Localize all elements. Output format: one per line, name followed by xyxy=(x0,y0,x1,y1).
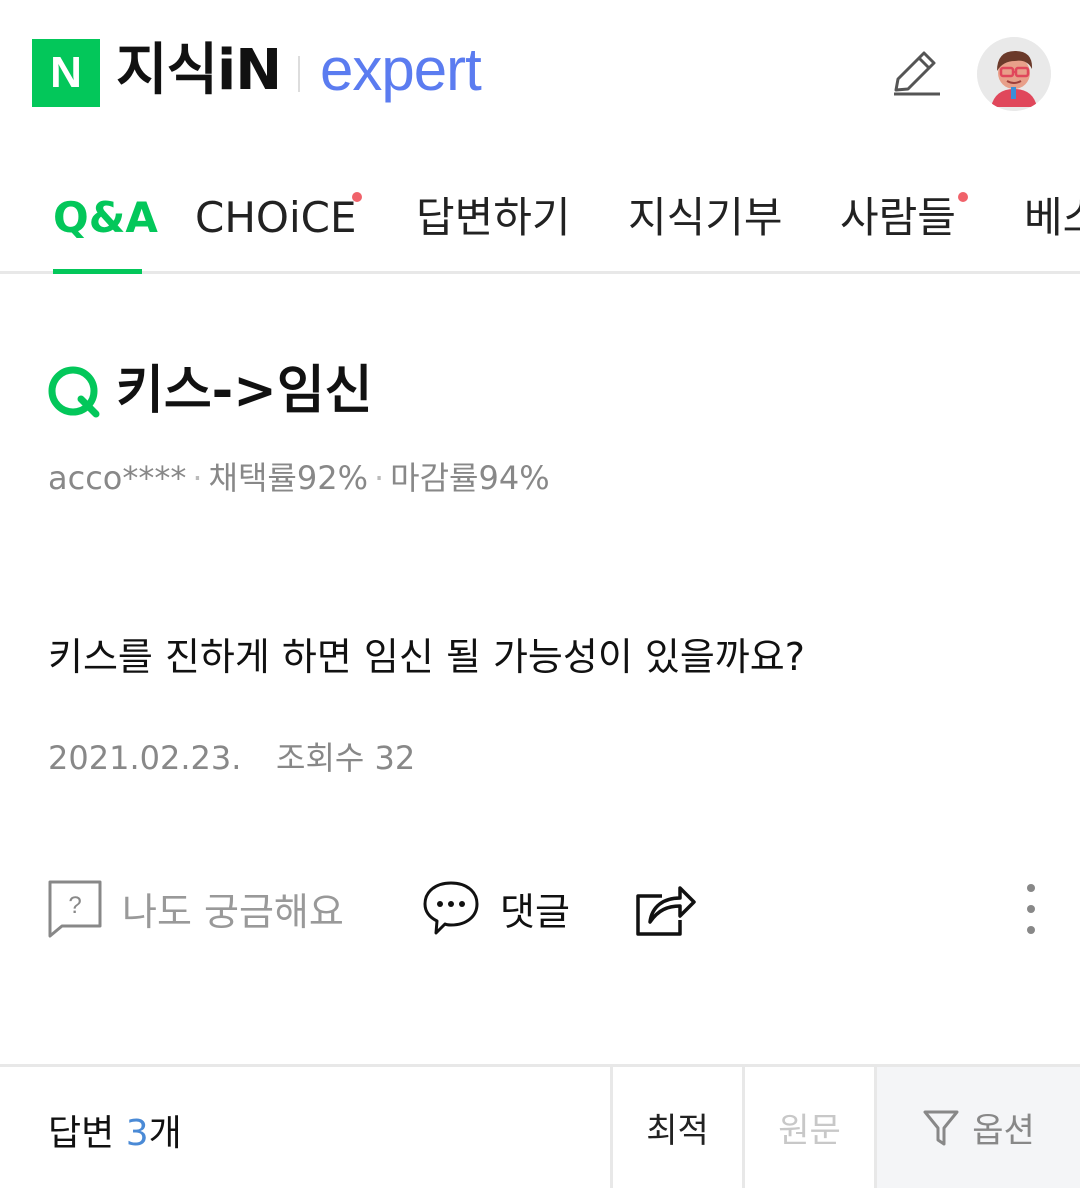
answer-count: 3 xyxy=(125,1113,149,1154)
meta-separator: · xyxy=(374,459,385,497)
tab-donation[interactable]: 지식기부 xyxy=(628,190,783,246)
tab-answer[interactable]: 답변하기 xyxy=(416,190,571,246)
naver-logo[interactable]: N xyxy=(32,39,100,107)
question-body: 키스를 진하게 하면 임신 될 가능성이 있을까요? xyxy=(48,635,805,679)
filter-icon xyxy=(923,1110,959,1145)
more-vertical-icon xyxy=(1027,884,1035,934)
more-options-button[interactable] xyxy=(1016,880,1046,940)
tab-people-new-dot xyxy=(958,192,968,202)
question-bubble-icon: ? xyxy=(48,880,102,938)
sort-original-button[interactable]: 원문 xyxy=(742,1067,874,1188)
answer-label-suffix: 개 xyxy=(148,1113,182,1154)
author-name[interactable]: acco**** xyxy=(48,459,186,497)
curious-label: 나도 궁금해요 xyxy=(122,889,344,934)
question-view-count: 조회수 32 xyxy=(276,739,416,777)
top-header: N 지식iN expert xyxy=(0,0,1080,150)
write-question-button[interactable] xyxy=(886,46,946,102)
share-icon xyxy=(636,886,696,936)
answer-label-prefix: 답변 xyxy=(48,1113,126,1154)
share-button[interactable] xyxy=(634,878,696,938)
question-title: 키스->임신 xyxy=(116,361,373,421)
options-label: 옵션 xyxy=(972,1111,1035,1151)
tab-people[interactable]: 사람들 xyxy=(840,190,956,246)
meta-separator: · xyxy=(192,459,203,497)
question-q-icon xyxy=(48,366,100,418)
question-date: 2021.02.23. xyxy=(48,739,242,777)
sort-best-button[interactable]: 최적 xyxy=(610,1067,742,1188)
svg-text:?: ? xyxy=(68,892,81,919)
answer-options-button[interactable]: 옵션 xyxy=(874,1067,1080,1188)
expert-link[interactable]: expert xyxy=(320,30,482,110)
pencil-icon xyxy=(894,51,940,96)
close-rate: 마감률94% xyxy=(390,459,550,497)
curious-button[interactable]: ? 나도 궁금해요 xyxy=(48,878,344,938)
tab-choice-new-dot xyxy=(352,192,362,202)
logo-divider xyxy=(298,56,300,92)
user-avatar-icon xyxy=(977,37,1051,111)
adoption-rate: 채택률92% xyxy=(208,459,368,497)
user-avatar[interactable] xyxy=(977,37,1051,111)
comment-button[interactable]: 댓글 xyxy=(422,878,570,938)
tab-best[interactable]: 베스 xyxy=(1024,190,1080,246)
kin-logo-text[interactable]: 지식iN xyxy=(116,36,282,106)
comment-icon xyxy=(423,881,479,935)
question-author-meta: acco**** · 채택률92% · 마감률94% xyxy=(48,456,550,500)
tab-choice[interactable]: CHOiCE xyxy=(195,190,357,246)
answer-count-label: 답변 3개 xyxy=(48,1111,182,1157)
tab-qna[interactable]: Q&A xyxy=(53,190,158,246)
main-tabs: Q&A CHOiCE 답변하기 지식기부 사람들 베스 xyxy=(0,150,1080,274)
active-tab-indicator xyxy=(53,269,142,274)
answer-sort-bar: 답변 3개 최적 원문 옵션 xyxy=(0,1064,1080,1188)
comment-label: 댓글 xyxy=(500,889,570,934)
